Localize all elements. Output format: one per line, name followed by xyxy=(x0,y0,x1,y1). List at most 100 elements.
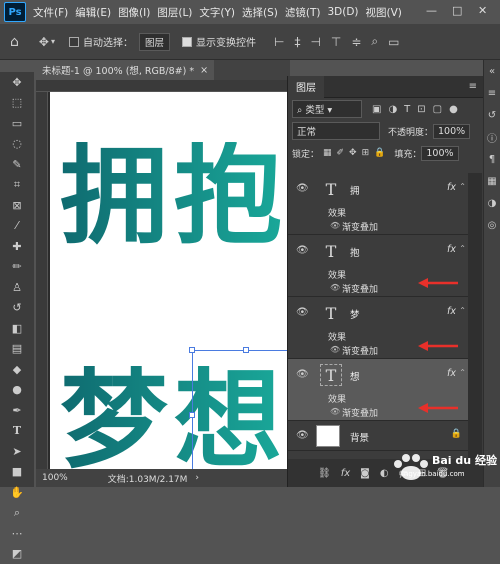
layers-scrollbar[interactable] xyxy=(468,173,482,461)
pen-tool-icon[interactable]: ✒ xyxy=(0,400,34,421)
properties-icon[interactable]: ⓘ xyxy=(484,126,500,148)
auto-select-dropdown[interactable]: 图层 xyxy=(139,33,170,51)
adjustments-icon[interactable]: ◑ xyxy=(484,192,500,214)
maximize-button[interactable]: □ xyxy=(452,4,462,17)
history-brush-icon[interactable]: ↺ xyxy=(0,298,34,319)
menu-image[interactable]: 图像(I) xyxy=(118,5,150,20)
close-tab-icon[interactable]: × xyxy=(200,65,208,76)
filter-toggle-icon[interactable]: ● xyxy=(449,104,458,115)
canvas-area[interactable]: 拥抱 梦想 xyxy=(36,80,290,469)
filter-icons[interactable]: ▣◑T⊡▢ xyxy=(372,104,449,115)
gradient-tool-icon[interactable]: ▤ xyxy=(0,339,34,360)
gradient-overlay-effect[interactable]: 渐变叠加 xyxy=(342,282,378,295)
color-swatches-icon[interactable]: ◩ xyxy=(0,544,34,564)
blend-mode-dropdown[interactable]: 正常 xyxy=(292,122,380,140)
collapse-effects-icon[interactable]: ⌃ xyxy=(459,306,466,315)
vertical-ruler[interactable] xyxy=(36,92,48,469)
more-tools-icon[interactable]: ⋯ xyxy=(0,523,34,544)
hand-tool-icon[interactable]: ✋ xyxy=(0,482,34,503)
zoom-tool-icon[interactable]: ⌕ xyxy=(0,503,34,524)
eyedropper-tool-icon[interactable]: ⁄ xyxy=(0,216,34,237)
fx-icon[interactable]: fx xyxy=(447,182,456,193)
menu-filter[interactable]: 滤镜(T) xyxy=(285,5,321,20)
collapse-effects-icon[interactable]: ⌃ xyxy=(459,368,466,377)
panel-menu-icon[interactable]: ≡ xyxy=(484,82,500,104)
clone-stamp-icon[interactable]: ♙ xyxy=(0,277,34,298)
horizontal-ruler[interactable] xyxy=(36,80,290,92)
type-tool-icon[interactable]: T xyxy=(0,421,34,442)
menu-file[interactable]: 文件(F) xyxy=(33,5,68,20)
transform-handle[interactable] xyxy=(189,412,195,418)
menu-type[interactable]: 文字(Y) xyxy=(199,5,235,20)
brush-tool-icon[interactable]: ✏ xyxy=(0,257,34,278)
effect-eye-icon[interactable]: 👁 xyxy=(330,221,340,230)
marquee-tool-icon[interactable]: ▭ xyxy=(0,113,34,134)
move-tool-icon[interactable]: ✥ xyxy=(39,35,49,49)
lasso-tool-icon[interactable]: ◌ xyxy=(0,134,34,155)
chevron-right-icon[interactable]: › xyxy=(195,473,199,483)
layer-row[interactable]: 👁 T 梦 fx ⌃ 效果 👁 渐变叠加 xyxy=(288,297,468,359)
collapse-effects-icon[interactable]: ⌃ xyxy=(459,244,466,253)
zoom-level[interactable]: 100% xyxy=(42,473,68,483)
fx-icon[interactable]: fx xyxy=(447,306,456,317)
healing-brush-icon[interactable]: ✚ xyxy=(0,236,34,257)
effect-eye-icon[interactable]: 👁 xyxy=(330,345,340,354)
menu-edit[interactable]: 编辑(E) xyxy=(75,5,111,20)
menu-select[interactable]: 选择(S) xyxy=(242,5,278,20)
paragraph-icon[interactable]: ¶ xyxy=(484,148,500,170)
add-mask-icon[interactable]: ◙ xyxy=(360,468,370,479)
home-icon[interactable]: ⌂ xyxy=(10,34,19,50)
align-middle-icon[interactable]: ≑ xyxy=(351,35,361,49)
effect-eye-icon[interactable]: 👁 xyxy=(330,283,340,292)
gradient-overlay-effect[interactable]: 渐变叠加 xyxy=(342,344,378,357)
add-style-icon[interactable]: fx xyxy=(341,468,350,479)
visibility-eye-icon[interactable]: 👁 xyxy=(296,307,309,318)
collapse-effects-icon[interactable]: ⌃ xyxy=(459,182,466,191)
search-icon[interactable]: ⌕ xyxy=(371,34,378,49)
menu-view[interactable]: 视图(V) xyxy=(366,5,402,20)
dodge-tool-icon[interactable]: ● xyxy=(0,380,34,401)
menu-layer[interactable]: 图层(L) xyxy=(157,5,192,20)
effect-eye-icon[interactable]: 👁 xyxy=(330,407,340,416)
history-icon[interactable]: ↺ xyxy=(484,104,500,126)
visibility-eye-icon[interactable]: 👁 xyxy=(296,183,309,194)
transform-handle[interactable] xyxy=(189,347,195,353)
crop-tool-icon[interactable]: ⌗ xyxy=(0,175,34,196)
fx-icon[interactable]: fx xyxy=(447,244,456,255)
visibility-eye-icon[interactable]: 👁 xyxy=(296,369,309,380)
gradient-overlay-effect[interactable]: 渐变叠加 xyxy=(342,406,378,419)
chevron-down-icon[interactable]: ▾ xyxy=(51,37,55,46)
quick-select-tool-icon[interactable]: ✎ xyxy=(0,154,34,175)
path-select-icon[interactable]: ➤ xyxy=(0,441,34,462)
panel-menu-icon[interactable]: ≡ xyxy=(469,81,477,92)
collapse-dock-icon[interactable]: « xyxy=(484,60,500,82)
layer-row[interactable]: 👁 T 拥 fx ⌃ 效果 👁 渐变叠加 xyxy=(288,173,468,235)
auto-select-checkbox[interactable] xyxy=(69,37,79,47)
eraser-tool-icon[interactable]: ◧ xyxy=(0,318,34,339)
blur-tool-icon[interactable]: ◆ xyxy=(0,359,34,380)
fill-input[interactable]: 100% xyxy=(421,146,458,161)
tab-layers[interactable]: 图层 xyxy=(288,76,324,98)
align-left-icon[interactable]: ⊢ xyxy=(274,35,284,49)
lock-icons[interactable]: ▦✐✥⊞🔒 xyxy=(323,148,390,158)
visibility-eye-icon[interactable]: 👁 xyxy=(296,245,309,256)
align-center-icon[interactable]: ‡ xyxy=(294,35,300,49)
transform-bounding-box[interactable] xyxy=(192,350,290,469)
align-top-icon[interactable]: ⊤ xyxy=(331,35,341,49)
workspace-icon[interactable]: ▭ xyxy=(388,35,399,49)
channels-icon[interactable]: ◎ xyxy=(484,214,500,236)
frame-tool-icon[interactable]: ⊠ xyxy=(0,195,34,216)
document-info[interactable]: 文档:1.03M/2.17M xyxy=(108,472,188,485)
visibility-eye-icon[interactable]: 👁 xyxy=(296,430,309,441)
document-canvas[interactable]: 拥抱 梦想 xyxy=(50,92,290,469)
document-tab[interactable]: 未标题-1 @ 100% (想, RGB/8#) * × xyxy=(36,60,214,80)
minimize-button[interactable]: — xyxy=(426,4,437,17)
layer-row-selected[interactable]: 👁 T 想 fx ⌃ 效果 👁 渐变叠加 xyxy=(288,359,468,421)
link-layers-icon[interactable]: ⛓ xyxy=(318,468,331,479)
fx-icon[interactable]: fx xyxy=(447,368,456,379)
transform-handle[interactable] xyxy=(243,347,249,353)
filter-kind-dropdown[interactable]: ⌕ 类型 ▾ xyxy=(292,100,362,118)
gradient-overlay-effect[interactable]: 渐变叠加 xyxy=(342,220,378,233)
move-tool-icon[interactable]: ✥ xyxy=(0,72,34,93)
artboard-tool-icon[interactable]: ⬚ xyxy=(0,93,34,114)
